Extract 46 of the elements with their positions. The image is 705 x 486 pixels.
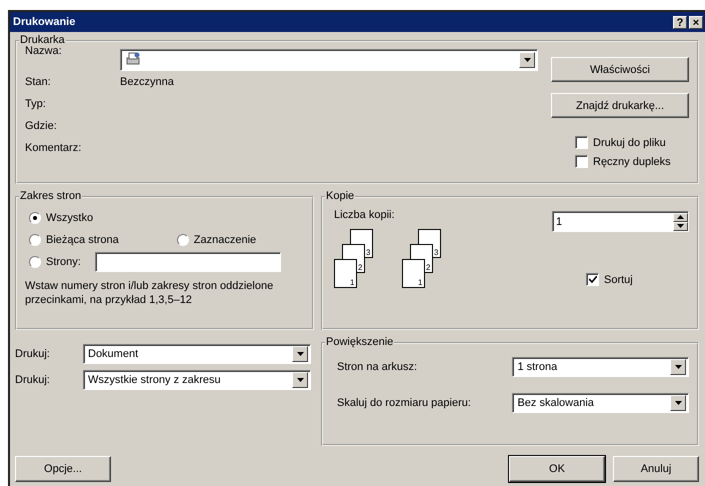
close-button[interactable]: ×	[689, 16, 703, 28]
field-label: Skaluj do rozmiaru papieru:	[337, 397, 472, 409]
group-label: Powiększenie	[325, 336, 394, 349]
radio-label: Wszystko	[46, 212, 94, 224]
radio-button[interactable]	[29, 234, 41, 246]
field-label: Typ:	[25, 98, 47, 110]
page-stack-drawing: 3 2 1	[402, 229, 442, 291]
checkbox[interactable]	[575, 136, 588, 149]
radio-button[interactable]	[29, 256, 41, 268]
radio-label: Bieżąca strona	[46, 234, 119, 246]
field-label: Gdzie:	[25, 120, 58, 132]
dialog-button[interactable]: Znajdź drukarkę...	[551, 93, 689, 118]
copies-spin-field[interactable]: 1	[552, 211, 689, 232]
field-label: Stron na arkusz:	[337, 361, 418, 373]
checkbox-label: Drukuj do pliku	[593, 136, 666, 148]
field-label: Drukuj:	[15, 374, 51, 386]
hint-text: Wstaw numery stron i/lub zakresy stron oddzielone przecinkami, na przykład 1,3,5–12	[25, 279, 274, 307]
dialog-button[interactable]: Właściwości	[551, 57, 689, 82]
radio-label: Zaznaczenie	[194, 234, 256, 246]
dropdown[interactable]: Dokument	[83, 344, 311, 364]
dropdown[interactable]: Wszystkie strony z zakresu	[83, 370, 311, 390]
spin-up-icon[interactable]	[673, 212, 688, 222]
checkbox-label: Sortuj	[604, 274, 633, 286]
field-label: Komentarz:	[25, 142, 82, 154]
radio-button[interactable]	[29, 212, 41, 224]
pages-input-field[interactable]	[94, 252, 281, 272]
field-label: Nazwa:	[25, 45, 63, 59]
dialog-button[interactable]: OK	[509, 456, 605, 482]
radio-label: Strony:	[46, 256, 81, 268]
checkbox[interactable]	[575, 155, 588, 168]
group-label: Kopie	[325, 190, 356, 203]
field-label: Stan:	[25, 76, 52, 88]
page-stack-drawing: 3 2 1	[334, 229, 374, 291]
dropdown[interactable]: Bez skalowania	[512, 393, 689, 413]
field-value: Bezczynna	[120, 76, 175, 88]
radio-button[interactable]	[176, 234, 189, 246]
dialog-button[interactable]: Anuluj	[613, 456, 699, 482]
window-title: Drukowanie	[13, 16, 76, 28]
field-label: Liczba kopii:	[334, 209, 396, 221]
field-label: Drukuj:	[15, 348, 51, 360]
printer-combo[interactable]	[120, 49, 538, 71]
help-button[interactable]: ?	[673, 16, 687, 28]
checkbox[interactable]	[586, 273, 599, 286]
dialog-button[interactable]: Opcje...	[15, 456, 111, 482]
checkbox-label: Ręczny dupleks	[593, 156, 671, 168]
dropdown[interactable]: 1 strona	[512, 357, 689, 377]
